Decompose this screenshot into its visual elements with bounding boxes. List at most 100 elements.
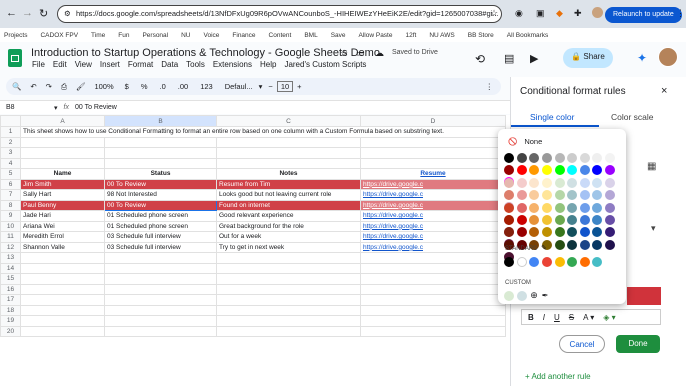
color-swatch[interactable] — [542, 202, 553, 213]
row-header[interactable]: 6 — [0, 178, 21, 190]
cell[interactable] — [104, 294, 217, 306]
cell[interactable]: https://drive.google.c — [360, 189, 506, 201]
standard-swatch[interactable] — [504, 257, 515, 267]
color-swatch[interactable] — [516, 227, 527, 238]
color-swatch[interactable] — [542, 153, 553, 163]
cell[interactable] — [216, 283, 361, 295]
cell[interactable]: Notes — [216, 168, 361, 180]
bookmark-item[interactable]: Content — [269, 32, 292, 39]
standard-swatch[interactable] — [529, 257, 540, 267]
cell[interactable]: Jim Smith — [20, 178, 105, 190]
color-swatch[interactable] — [516, 214, 527, 225]
paint-format-icon[interactable]: 🖌 — [76, 82, 86, 91]
custom-swatch[interactable] — [516, 290, 527, 301]
cell[interactable] — [216, 252, 361, 264]
italic-icon[interactable]: I — [543, 313, 545, 322]
cell[interactable] — [216, 157, 361, 169]
color-swatch[interactable] — [554, 177, 565, 188]
cell[interactable]: Try to get in next week — [216, 241, 361, 253]
cell[interactable] — [104, 315, 217, 327]
color-swatch[interactable] — [529, 190, 540, 201]
row-header[interactable]: 15 — [0, 273, 21, 285]
bookmark-item[interactable]: Voice — [204, 32, 220, 39]
cell[interactable]: https://drive.google.c — [360, 210, 506, 222]
color-swatch[interactable] — [554, 214, 565, 225]
color-swatch[interactable] — [567, 153, 578, 163]
row-header[interactable]: 2 — [0, 136, 21, 148]
cell[interactable]: Great background for the role — [216, 220, 361, 232]
row-header[interactable]: 11 — [0, 231, 21, 243]
tab-color-scale[interactable]: Color scale — [611, 112, 654, 122]
color-swatch[interactable] — [542, 214, 553, 225]
cell[interactable] — [216, 262, 361, 274]
color-swatch[interactable] — [592, 190, 603, 201]
color-swatch[interactable] — [529, 177, 540, 188]
color-swatch[interactable] — [504, 177, 515, 188]
cell[interactable]: 98 Not Interested — [104, 189, 217, 201]
row-header[interactable]: 13 — [0, 252, 21, 264]
cell[interactable] — [20, 325, 105, 337]
print-icon[interactable]: ⎙ — [61, 82, 67, 92]
cell[interactable] — [104, 157, 217, 169]
cell[interactable] — [20, 147, 105, 159]
standard-swatch[interactable] — [516, 257, 527, 267]
color-swatch[interactable] — [529, 165, 540, 176]
history-icon[interactable]: ⟲ — [475, 52, 485, 66]
metamask-icon[interactable]: ◆ — [556, 8, 563, 19]
color-swatch[interactable] — [554, 202, 565, 213]
menu-item[interactable]: Tools — [186, 60, 205, 69]
number-format-button[interactable]: 123 — [200, 82, 213, 91]
cell[interactable]: 00 To Review — [104, 199, 217, 211]
cell[interactable]: https://drive.google.c — [360, 241, 506, 253]
cell[interactable]: Resume from Tim — [216, 178, 361, 190]
column-header[interactable]: D — [360, 115, 506, 127]
cell[interactable] — [20, 294, 105, 306]
row-header[interactable]: 20 — [0, 325, 21, 337]
row-header[interactable]: 9 — [0, 210, 21, 222]
menu-item[interactable]: View — [75, 60, 92, 69]
color-swatch[interactable] — [516, 153, 527, 163]
color-swatch[interactable] — [605, 165, 616, 176]
color-swatch[interactable] — [504, 165, 515, 176]
color-swatch[interactable] — [554, 227, 565, 238]
color-swatch[interactable] — [554, 153, 565, 163]
gemini-icon[interactable]: ✦ — [637, 51, 647, 65]
increase-decimal-button[interactable]: .00 — [178, 82, 188, 91]
color-swatch[interactable] — [554, 239, 565, 250]
color-swatch[interactable] — [605, 202, 616, 213]
color-swatch[interactable] — [592, 165, 603, 176]
color-swatch[interactable] — [504, 227, 515, 238]
formula-input[interactable]: 00 To Review — [75, 104, 117, 111]
cancel-button[interactable]: Cancel — [559, 335, 605, 353]
site-info-icon[interactable]: ⚙ — [64, 6, 71, 21]
row-header[interactable]: 19 — [0, 315, 21, 327]
font-size-increase[interactable]: + — [297, 82, 301, 91]
cell[interactable]: Out for a week — [216, 231, 361, 243]
color-swatch[interactable] — [504, 153, 515, 163]
cell[interactable] — [216, 294, 361, 306]
color-swatch[interactable] — [542, 227, 553, 238]
standard-swatch[interactable] — [554, 257, 565, 267]
cell[interactable]: https://drive.google.c — [360, 178, 506, 190]
cell[interactable] — [216, 136, 361, 148]
row-header[interactable]: 16 — [0, 283, 21, 295]
bookmark-item[interactable]: Allow Paste — [359, 32, 393, 39]
percent-button[interactable]: % — [141, 82, 148, 91]
comment-icon[interactable]: ▤ — [504, 52, 514, 65]
font-size-input[interactable]: 10 — [276, 81, 294, 92]
cell[interactable] — [360, 273, 506, 285]
cell[interactable]: Sally Hart — [20, 189, 105, 201]
menu-item[interactable]: File — [32, 60, 45, 69]
cell[interactable] — [104, 252, 217, 264]
cell[interactable] — [20, 315, 105, 327]
row-header[interactable]: 5 — [0, 168, 21, 180]
cell[interactable] — [360, 315, 506, 327]
menu-item[interactable]: Edit — [53, 60, 67, 69]
decrease-decimal-button[interactable]: .0 — [160, 82, 166, 91]
color-swatch[interactable] — [579, 177, 590, 188]
row-header[interactable]: 4 — [0, 157, 21, 169]
color-swatch[interactable] — [516, 202, 527, 213]
color-swatch[interactable] — [529, 227, 540, 238]
select-all[interactable] — [0, 115, 21, 127]
color-swatch[interactable] — [554, 190, 565, 201]
